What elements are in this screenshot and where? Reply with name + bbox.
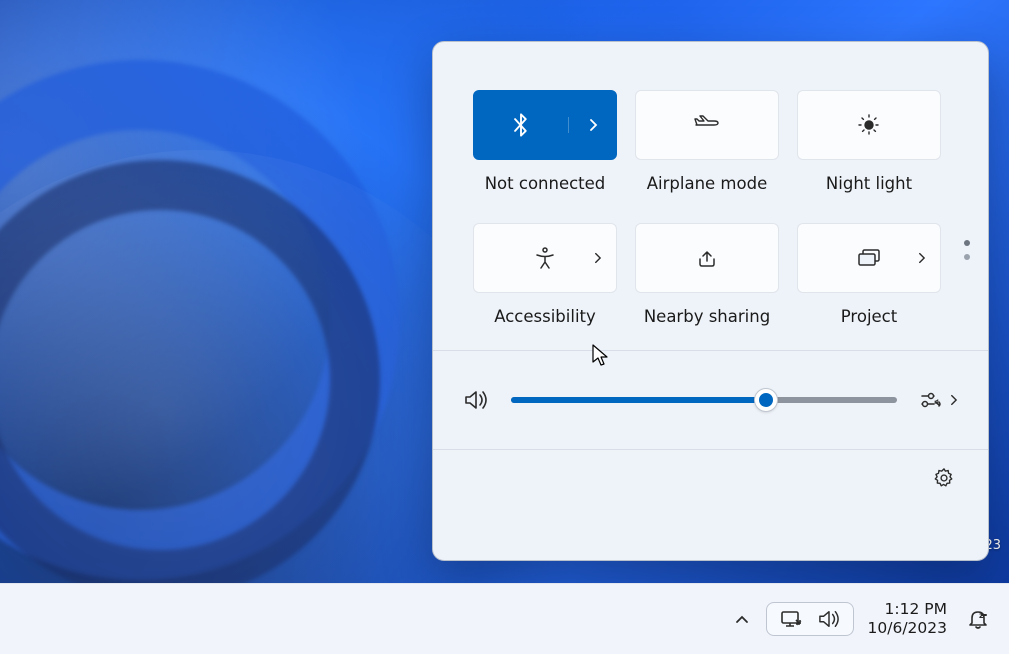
nearby-sharing-label: Nearby sharing [644, 307, 770, 326]
notifications-button[interactable]: z [961, 602, 995, 636]
project-toggle[interactable] [797, 223, 941, 293]
project-icon [856, 247, 882, 269]
do-not-disturb-icon: z [966, 607, 990, 631]
volume-icon [817, 609, 841, 629]
volume-icon [463, 389, 489, 411]
taskbar-clock[interactable]: 1:12 PM 10/6/2023 [864, 598, 951, 641]
nearby-sharing-toggle[interactable] [635, 223, 779, 293]
accessibility-toggle[interactable] [473, 223, 617, 293]
tray-overflow-button[interactable] [728, 605, 756, 633]
night-light-toggle[interactable] [797, 90, 941, 160]
airplane-mode-toggle[interactable] [635, 90, 779, 160]
chevron-right-icon [917, 251, 926, 265]
volume-row [433, 351, 988, 449]
network-icon [779, 609, 803, 629]
settings-button[interactable] [926, 460, 962, 496]
taskbar-time: 1:12 PM [868, 600, 947, 619]
page-indicator[interactable] [964, 240, 970, 260]
night-light-icon [856, 112, 882, 138]
airplane-icon [694, 114, 720, 136]
volume-slider[interactable] [511, 397, 897, 403]
chevron-right-icon [593, 251, 602, 265]
nearby-sharing-icon [695, 247, 719, 269]
gear-icon [933, 467, 955, 489]
night-light-label: Night light [826, 174, 912, 193]
bluetooth-toggle[interactable] [473, 90, 617, 160]
volume-slider-thumb[interactable] [755, 389, 777, 411]
sound-output-button[interactable] [919, 390, 958, 410]
accessibility-label: Accessibility [494, 307, 596, 326]
svg-text:z: z [979, 611, 984, 620]
quick-settings-flyout: Not connected Airplane mode [432, 41, 989, 561]
bluetooth-icon [474, 112, 568, 138]
quick-settings-tiles: Not connected Airplane mode [433, 42, 988, 350]
airplane-mode-label: Airplane mode [647, 174, 767, 193]
project-label: Project [841, 307, 897, 326]
taskbar: 1:12 PM 10/6/2023 z [0, 583, 1009, 654]
accessibility-icon [533, 246, 557, 270]
system-tray-button[interactable] [766, 602, 854, 636]
bluetooth-expand-button[interactable] [568, 117, 616, 133]
volume-slider-fill [511, 397, 766, 403]
taskbar-date: 10/6/2023 [868, 619, 947, 638]
bluetooth-label: Not connected [485, 174, 606, 193]
